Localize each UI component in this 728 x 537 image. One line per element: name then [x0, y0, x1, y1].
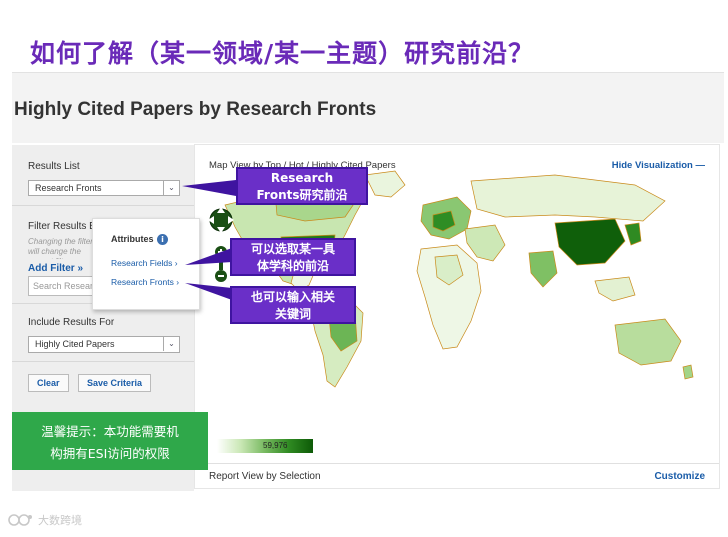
customize-link[interactable]: Customize: [654, 471, 705, 482]
note-line: 构拥有ESI访问的权限: [50, 446, 170, 461]
page-heading: Highly Cited Papers by Research Fronts: [14, 99, 377, 120]
add-filter-link[interactable]: Add Filter »: [28, 263, 83, 274]
callout-line: 可以选取某一具: [250, 242, 335, 256]
divider: [195, 463, 719, 464]
divider: [12, 361, 194, 362]
include-results-select[interactable]: Highly Cited Papers ⌄: [28, 336, 180, 353]
zoom-out-icon[interactable]: [215, 270, 227, 282]
chevron-down-icon: ⌄: [163, 337, 179, 351]
results-list-value: Research Fronts: [35, 183, 102, 193]
callout-line: 体学科的前沿: [256, 259, 329, 273]
logo: 大数跨境: [8, 512, 82, 528]
report-view-label: Report View by Selection: [209, 471, 321, 482]
filter-results-label: Filter Results By: [28, 221, 101, 232]
attributes-popup: Attributes i Research Fields › Research …: [92, 218, 200, 310]
option-research-fields[interactable]: Research Fields ›: [111, 258, 178, 268]
logo-icon: [8, 514, 32, 526]
note-line: 温馨提示：本功能需要机: [41, 424, 179, 439]
include-results-label: Include Results For: [28, 317, 115, 328]
include-results-value: Highly Cited Papers: [35, 339, 115, 349]
slide-title: 如何了解（某一领域/某一主题）研究前沿？: [30, 39, 535, 68]
access-note: 温馨提示：本功能需要机 构拥有ESI访问的权限: [12, 412, 208, 470]
attributes-heading: Attributes: [111, 234, 154, 244]
callout-line: 关键词: [274, 307, 311, 321]
save-criteria-button[interactable]: Save Criteria: [78, 374, 152, 392]
callout-line: Research: [270, 171, 334, 185]
callout-line: 也可以输入相关: [250, 290, 335, 304]
zoom-slider-track[interactable]: [219, 258, 223, 270]
clear-button[interactable]: Clear: [28, 374, 69, 392]
callout-research-fronts: Research Fronts研究前沿: [236, 167, 368, 205]
option-research-fronts[interactable]: Research Fronts ›: [111, 277, 179, 287]
results-list-select[interactable]: Research Fronts ⌄: [28, 180, 180, 196]
results-list-label: Results List: [28, 161, 80, 172]
legend-max: 59,976: [263, 441, 288, 450]
page-header: Highly Cited Papers by Research Fronts: [12, 73, 724, 143]
pan-icon[interactable]: [208, 207, 234, 233]
info-icon[interactable]: i: [157, 234, 168, 245]
divider: [12, 205, 194, 206]
callout-line: Fronts研究前沿: [256, 188, 348, 202]
callout-select-field: 可以选取某一具 体学科的前沿: [230, 238, 356, 276]
zoom-in-icon[interactable]: [215, 246, 227, 258]
chevron-down-icon: ⌄: [163, 181, 179, 195]
callout-keywords: 也可以输入相关 关键词: [230, 286, 356, 324]
logo-text: 大数跨境: [38, 514, 82, 527]
